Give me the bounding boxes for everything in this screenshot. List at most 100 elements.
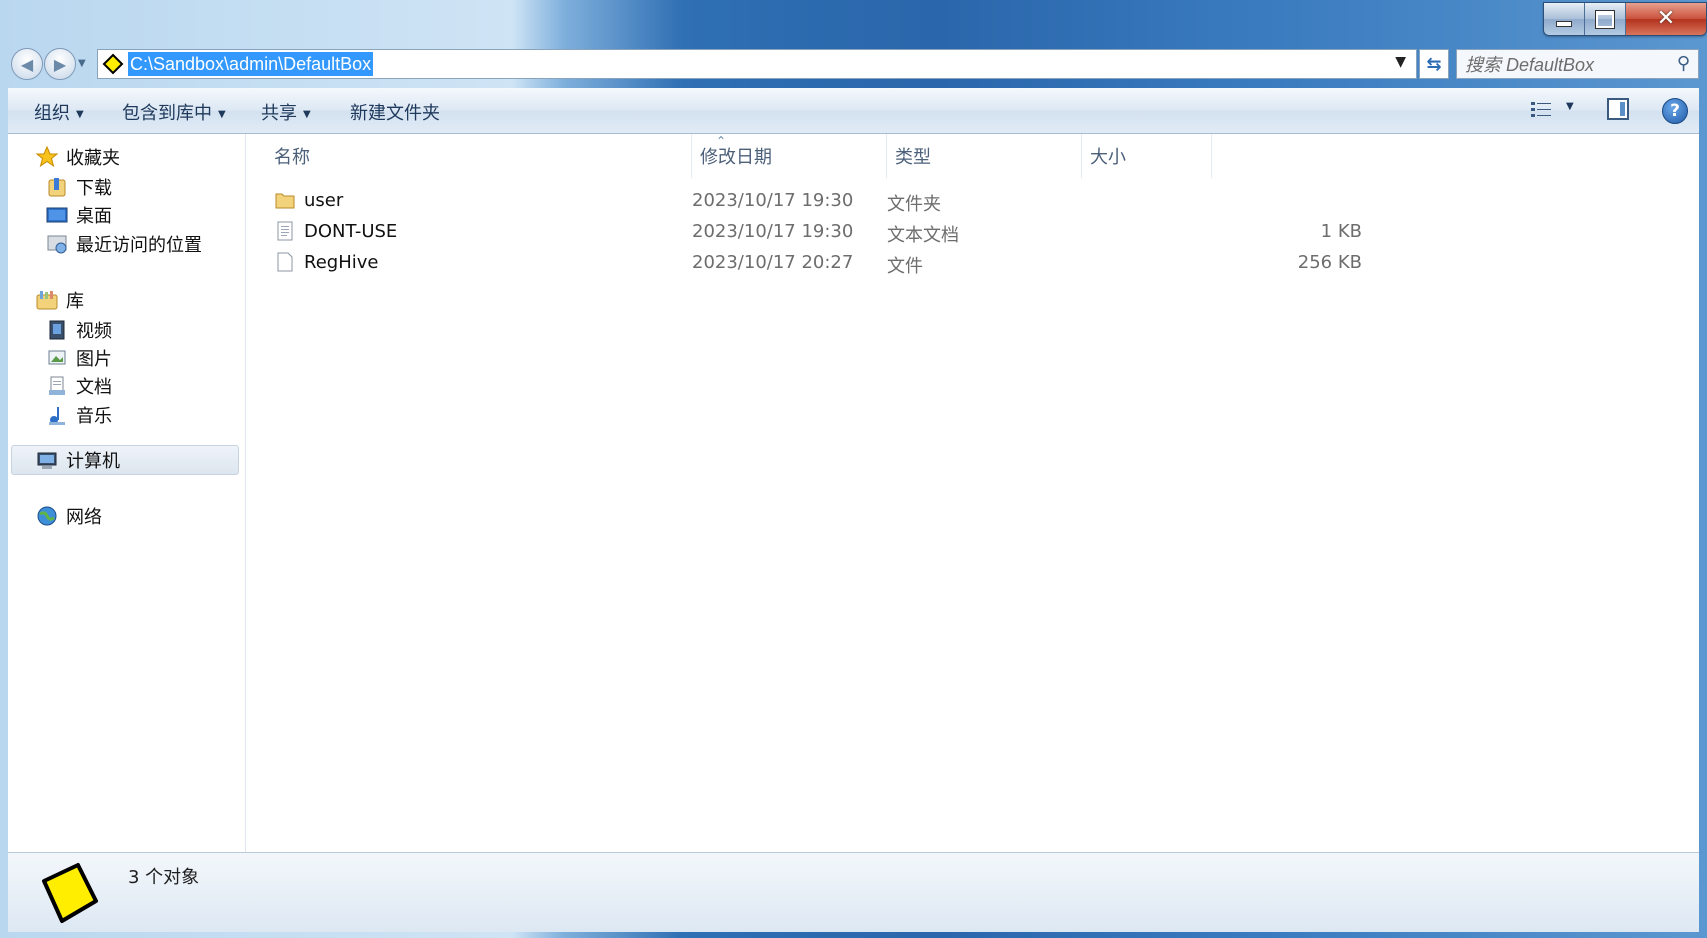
column-header-name[interactable]: 名称 [246, 134, 692, 178]
sidebar-item-music[interactable]: 音乐 [46, 401, 112, 429]
close-button[interactable]: ✕ [1626, 3, 1706, 35]
sidebar-item-libraries[interactable]: 库 [36, 286, 84, 314]
downloads-folder-icon [48, 178, 66, 197]
file-list-pane: ⌃ 名称 修改日期 类型 大小 user 2023/10/17 19:30 文件… [246, 134, 1699, 852]
music-icon [49, 407, 65, 425]
file-modified: 2023/10/17 20:27 [692, 252, 854, 273]
sidebar-item-downloads[interactable]: 下载 [46, 173, 112, 201]
view-options-dropdown[interactable]: ▼ [1566, 101, 1574, 112]
minimize-button[interactable] [1544, 3, 1585, 35]
new-folder-label: 新建文件夹 [350, 103, 440, 124]
sidebar-item-videos[interactable]: 视频 [46, 316, 112, 344]
sidebar-item-label: 视频 [76, 321, 112, 342]
file-type: 文本文档 [887, 225, 959, 246]
sidebar-item-label: 文档 [76, 377, 112, 398]
sidebar-item-label: 音乐 [76, 406, 112, 427]
refresh-icon: ⇆ [1426, 53, 1442, 75]
column-header-label: 类型 [895, 147, 931, 168]
file-icon [277, 252, 293, 272]
sidebar-item-network[interactable]: 网络 [36, 502, 102, 530]
share-label: 共享 [261, 103, 297, 124]
file-type: 文件夹 [887, 194, 941, 215]
sidebar-item-label: 最近访问的位置 [76, 235, 202, 256]
command-bar: 组织 ▼ 包含到库中 ▼ 共享 ▼ 新建文件夹 ▼ ? [8, 88, 1699, 134]
sidebar-item-desktop[interactable]: 桌面 [46, 201, 112, 229]
back-arrow-icon: ◀ [20, 54, 34, 74]
search-box[interactable]: 搜索 DefaultBox ⚲ [1456, 49, 1699, 79]
forward-button[interactable]: ▶ [44, 48, 76, 80]
sidebar-item-pictures[interactable]: 图片 [46, 344, 112, 372]
search-icon[interactable]: ⚲ [1677, 53, 1690, 74]
column-header-size[interactable]: 大小 [1082, 134, 1212, 178]
sidebar-item-recent-places[interactable]: 最近访问的位置 [46, 230, 202, 258]
maximize-icon [1595, 9, 1615, 29]
sidebar-item-documents[interactable]: 文档 [46, 372, 112, 400]
table-row[interactable]: user 2023/10/17 19:30 文件夹 [272, 186, 1362, 215]
column-header-label: 修改日期 [700, 147, 772, 168]
file-size: 256 KB [1297, 252, 1362, 273]
recent-pages-dropdown[interactable]: ▼ [78, 58, 86, 69]
include-in-library-menu[interactable]: 包含到库中 ▼ [122, 99, 226, 125]
table-row[interactable]: DONT-USE 2023/10/17 19:30 文本文档 1 KB [272, 217, 1362, 246]
desktop-icon [46, 207, 68, 223]
sidebar-item-label: 收藏夹 [66, 148, 120, 169]
sidebar-item-label: 库 [66, 291, 84, 312]
close-icon: ✕ [1656, 6, 1676, 31]
column-header-type[interactable]: 类型 [887, 134, 1082, 178]
minimize-icon [1556, 21, 1572, 27]
column-header-label: 大小 [1090, 147, 1126, 168]
recent-places-icon [47, 235, 67, 254]
address-dropdown-icon[interactable]: ▼ [1395, 54, 1406, 70]
pictures-icon [48, 350, 66, 365]
libraries-icon [36, 291, 58, 310]
star-icon [36, 146, 58, 168]
sidebar-item-label: 桌面 [76, 206, 112, 227]
refresh-button[interactable]: ⇆ [1419, 49, 1449, 79]
new-folder-button[interactable]: 新建文件夹 [350, 99, 440, 125]
network-icon [37, 506, 57, 526]
file-modified: 2023/10/17 19:30 [692, 190, 854, 211]
organize-menu[interactable]: 组织 ▼ [34, 99, 84, 125]
address-bar[interactable]: C:\Sandbox\admin\DefaultBox ▼ [97, 49, 1417, 79]
details-pane: 3 个对象 [8, 852, 1699, 932]
file-name: DONT-USE [304, 221, 398, 242]
change-view-icon[interactable] [1530, 100, 1552, 120]
search-input[interactable]: 搜索 DefaultBox [1465, 51, 1594, 77]
window-caption-buttons: ✕ [1543, 2, 1707, 36]
chevron-down-icon: ▼ [303, 108, 311, 120]
chevron-down-icon: ▼ [218, 108, 226, 120]
file-type: 文件 [887, 256, 923, 277]
sidebar-item-label: 计算机 [66, 451, 120, 472]
maximize-button[interactable] [1585, 3, 1626, 35]
videos-icon [49, 320, 65, 340]
sidebar-item-label: 网络 [66, 507, 102, 528]
navigation-pane: 收藏夹 下载 桌面 最近访问的位置 库 视频 图片 文档 音乐 计算机 网络 [8, 134, 246, 852]
share-menu[interactable]: 共享 ▼ [261, 99, 311, 125]
help-icon[interactable]: ? [1662, 98, 1688, 124]
preview-pane-icon[interactable] [1607, 98, 1629, 120]
column-header-label: 名称 [274, 147, 310, 168]
explorer-window: ✕ ◀ ▶ ▼ C:\Sandbox\admin\DefaultBox ▼ ⇆ … [0, 0, 1707, 938]
sidebar-item-label: 图片 [76, 349, 112, 370]
file-size: 1 KB [1320, 221, 1362, 242]
file-modified: 2023/10/17 19:30 [692, 221, 854, 242]
documents-icon [49, 376, 65, 395]
file-name: RegHive [304, 252, 379, 273]
chevron-down-icon: ▼ [76, 108, 84, 120]
folder-icon [275, 193, 295, 209]
computer-icon [37, 452, 57, 469]
organize-label: 组织 [34, 103, 70, 124]
sandbox-diamond-icon [42, 863, 98, 923]
include-in-library-label: 包含到库中 [122, 103, 212, 124]
table-row[interactable]: RegHive 2023/10/17 20:27 文件 256 KB [272, 248, 1362, 277]
column-header-modified[interactable]: 修改日期 [692, 134, 887, 178]
back-button[interactable]: ◀ [11, 48, 43, 80]
forward-arrow-icon: ▶ [53, 54, 67, 74]
address-path[interactable]: C:\Sandbox\admin\DefaultBox [128, 52, 374, 76]
sandbox-diamond-icon [102, 53, 124, 75]
sidebar-item-computer[interactable]: 计算机 [11, 445, 239, 475]
item-count-text: 3 个对象 [128, 867, 200, 888]
sidebar-item-favorites[interactable]: 收藏夹 [36, 143, 120, 171]
file-name: user [304, 190, 344, 211]
text-file-icon [277, 221, 293, 241]
